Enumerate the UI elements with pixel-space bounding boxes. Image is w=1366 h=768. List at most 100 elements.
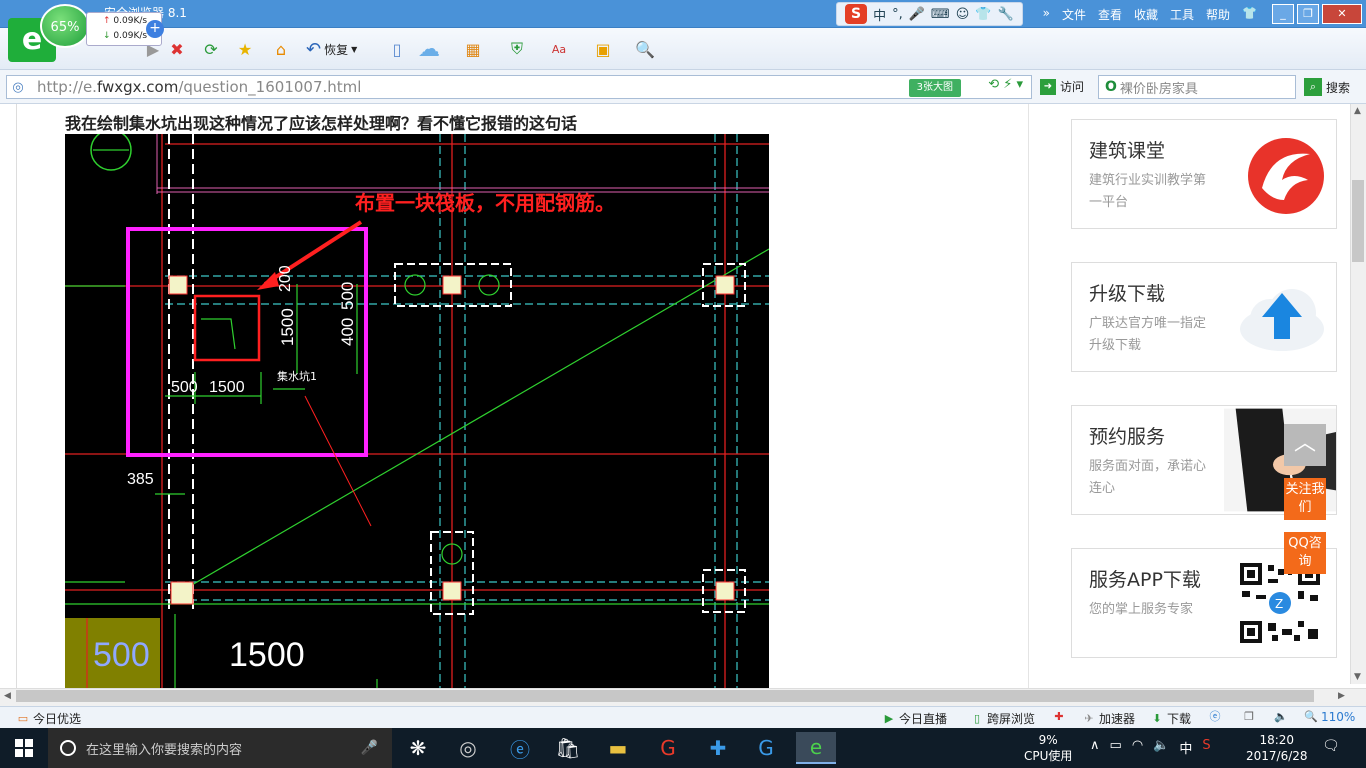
volume-icon[interactable]: 🔈 xyxy=(1274,710,1288,724)
browser-swirl-icon[interactable]: ◎ xyxy=(448,732,488,764)
menu-favorites[interactable]: 收藏 xyxy=(1134,6,1158,23)
chevron-down-icon: ▼ xyxy=(351,44,358,54)
menu-file[interactable]: 文件 xyxy=(1062,6,1086,23)
cross-screen-button[interactable]: ▯ 跨屏浏览 xyxy=(970,710,1035,727)
cad-screenshot[interactable]: 200 1500 500 400 500 1500 385 集水坑1 500 1… xyxy=(65,134,769,688)
health-icon[interactable]: ✚ xyxy=(1052,710,1066,724)
maximize-button[interactable]: ❐ xyxy=(1297,4,1319,24)
taskbar-search-input[interactable]: 在这里输入你要搜索的内容 🎤 xyxy=(48,728,392,768)
card-upgrade-download[interactable]: 升级下载 广联达官方唯一指定升级下载 xyxy=(1071,262,1337,372)
card-title: 建筑课堂 xyxy=(1089,140,1166,162)
shield-icon[interactable]: ⛨ xyxy=(504,36,530,62)
skin-icon[interactable]: 👕 xyxy=(975,7,991,22)
start-button[interactable] xyxy=(0,728,48,768)
window-icon[interactable]: ❐ xyxy=(1242,710,1256,724)
store-icon[interactable]: 🛍 xyxy=(548,732,588,764)
search-zoom-icon[interactable]: 🔍 xyxy=(632,36,658,62)
scroll-up-icon[interactable]: ▲ xyxy=(1354,106,1361,116)
visit-button[interactable]: ➜ 访问 xyxy=(1040,78,1084,95)
status-bar: ▭ 今日优选 ▶ 今日直播 ▯ 跨屏浏览 ✚ ✈ 加速器 ⬇ 下载 ⓔ ❐ 🔈 … xyxy=(0,706,1366,728)
page-icon: ◎ xyxy=(12,79,24,95)
favorite-star-icon[interactable]: ★ xyxy=(232,36,258,62)
notification-icon[interactable]: 🗨 xyxy=(1322,738,1340,754)
refresh-icon[interactable]: ⟳ xyxy=(198,36,224,62)
cloud-icon[interactable]: ☁ xyxy=(416,36,442,62)
card-building-class[interactable]: 建筑课堂 建筑行业实训教学第一平台 xyxy=(1071,119,1337,229)
live-button[interactable]: ▶ 今日直播 xyxy=(882,710,947,727)
keyboard-icon[interactable]: ⌨ xyxy=(931,7,950,22)
menu-bar: » 文件 查看 收藏 工具 帮助 👕 xyxy=(1043,6,1257,23)
menu-more-icon[interactable]: » xyxy=(1043,6,1050,23)
cad-label-1500v: 1500 xyxy=(278,308,297,346)
menu-help[interactable]: 帮助 xyxy=(1206,6,1230,23)
svg-text:Z: Z xyxy=(1275,597,1283,611)
minimize-button[interactable]: _ xyxy=(1272,4,1294,24)
microphone-icon[interactable]: 🎤 xyxy=(909,7,925,22)
emoji-icon[interactable]: ☺ xyxy=(956,7,970,22)
plus-icon[interactable]: + xyxy=(146,20,164,38)
big-image-button[interactable]: 3张大图 xyxy=(908,79,961,97)
file-explorer-icon[interactable]: ▬ xyxy=(598,732,638,764)
glodon-blue-icon[interactable]: G xyxy=(746,732,786,764)
scroll-right-icon[interactable]: ▶ xyxy=(1338,691,1345,701)
search-input[interactable]: O 裸价卧房家具 xyxy=(1098,75,1296,99)
horizontal-scroll-thumb[interactable] xyxy=(16,690,1314,702)
shirt-icon[interactable]: 👕 xyxy=(1242,6,1257,23)
system-tray: ∧ ▭ ◠ 🔈 中 S xyxy=(1090,738,1211,757)
cad-drawing: 200 1500 500 400 500 1500 385 集水坑1 500 1… xyxy=(65,134,769,688)
menu-tools[interactable]: 工具 xyxy=(1170,6,1194,23)
glodon-icon[interactable]: G xyxy=(648,732,688,764)
scroll-left-icon[interactable]: ◀ xyxy=(4,691,11,701)
battery-icon[interactable]: ▭ xyxy=(1110,738,1122,757)
undo-icon: ↶ xyxy=(306,38,322,60)
clock[interactable]: 18:20 2017/6/28 xyxy=(1246,732,1308,764)
zoom-button[interactable]: 🔍 110% xyxy=(1304,710,1355,724)
cad-label-500b: 500 xyxy=(171,379,198,396)
screenshot-icon[interactable]: ▣ xyxy=(590,36,616,62)
menu-view[interactable]: 查看 xyxy=(1098,6,1122,23)
speed-widget[interactable]: 65% ↑ 0.09K/s ↓ 0.09K/s + xyxy=(40,4,170,50)
ime-indicator[interactable]: 中 xyxy=(1179,738,1192,757)
edge-icon[interactable]: ⓔ xyxy=(500,732,540,764)
vertical-scroll-thumb[interactable] xyxy=(1352,180,1364,262)
card-desc: 建筑行业实训教学第一平台 xyxy=(1089,173,1207,210)
title-bar: …安全浏览器 8.1 S 中 °, 🎤 ⌨ ☺ 👕 🔧 » 文件 查看 收藏 工… xyxy=(0,0,1366,28)
cad-label-400: 400 xyxy=(338,318,357,346)
wifi-icon[interactable]: ◠ xyxy=(1132,738,1143,757)
card-title: 升级下载 xyxy=(1089,283,1166,305)
accelerator-button[interactable]: ✈ 加速器 xyxy=(1082,710,1135,727)
apps-icon[interactable]: ▦ xyxy=(460,36,486,62)
card-desc: 服务面对面，承诺心连心 xyxy=(1089,459,1207,496)
taskbar: 在这里输入你要搜索的内容 🎤 ❋ ◎ ⓔ 🛍 ▬ G ✚ G e 9% CPU使… xyxy=(0,728,1366,768)
browser-task-icon[interactable]: e xyxy=(796,732,836,764)
restore-button[interactable]: ↶ 恢复 ▼ xyxy=(306,36,368,62)
memory-ball[interactable]: 65% xyxy=(40,4,90,48)
url-input[interactable]: ◎ http://e.fwxgx.com/question_1601007.ht… xyxy=(6,75,1032,99)
ime-mode[interactable]: 中 xyxy=(873,5,886,24)
wrench-icon[interactable]: 🔧 xyxy=(997,7,1013,22)
qq-consult-button[interactable]: QQ咨询 xyxy=(1284,532,1326,574)
play-icon: ▶ xyxy=(884,711,894,725)
ime-punct[interactable]: °, xyxy=(892,7,903,22)
ie-icon[interactable]: ⓔ xyxy=(1208,710,1222,724)
microphone-icon[interactable]: 🎤 xyxy=(361,740,378,756)
plus-app-icon[interactable]: ✚ xyxy=(698,732,738,764)
addr-tools-icon[interactable]: ⟲ ⚡ ▾ xyxy=(988,77,1023,92)
today-picks-button[interactable]: ▭ 今日优选 xyxy=(16,710,81,727)
speaker-icon[interactable]: 🔈 xyxy=(1153,738,1169,757)
task-view-icon[interactable]: ❋ xyxy=(398,732,438,764)
pdf-icon[interactable]: Aa xyxy=(546,36,572,62)
tray-expand-icon[interactable]: ∧ xyxy=(1090,738,1100,757)
phone-icon[interactable]: ▯ xyxy=(384,36,410,62)
ime-toolbar[interactable]: S 中 °, 🎤 ⌨ ☺ 👕 🔧 xyxy=(836,2,1023,26)
follow-us-button[interactable]: 关注我们 xyxy=(1284,478,1326,520)
download-button[interactable]: ⬇ 下载 xyxy=(1150,710,1191,727)
close-button[interactable]: ✕ xyxy=(1322,4,1362,24)
card-title: 预约服务 xyxy=(1089,426,1166,448)
scroll-down-icon[interactable]: ▼ xyxy=(1354,672,1361,682)
home-icon[interactable]: ⌂ xyxy=(268,36,294,62)
cortana-icon xyxy=(60,740,76,756)
back-to-top-button[interactable]: ︿ xyxy=(1284,424,1326,466)
search-button[interactable]: ⌕ 搜索 xyxy=(1304,78,1350,96)
sogou-tray-icon[interactable]: S xyxy=(1202,738,1210,757)
